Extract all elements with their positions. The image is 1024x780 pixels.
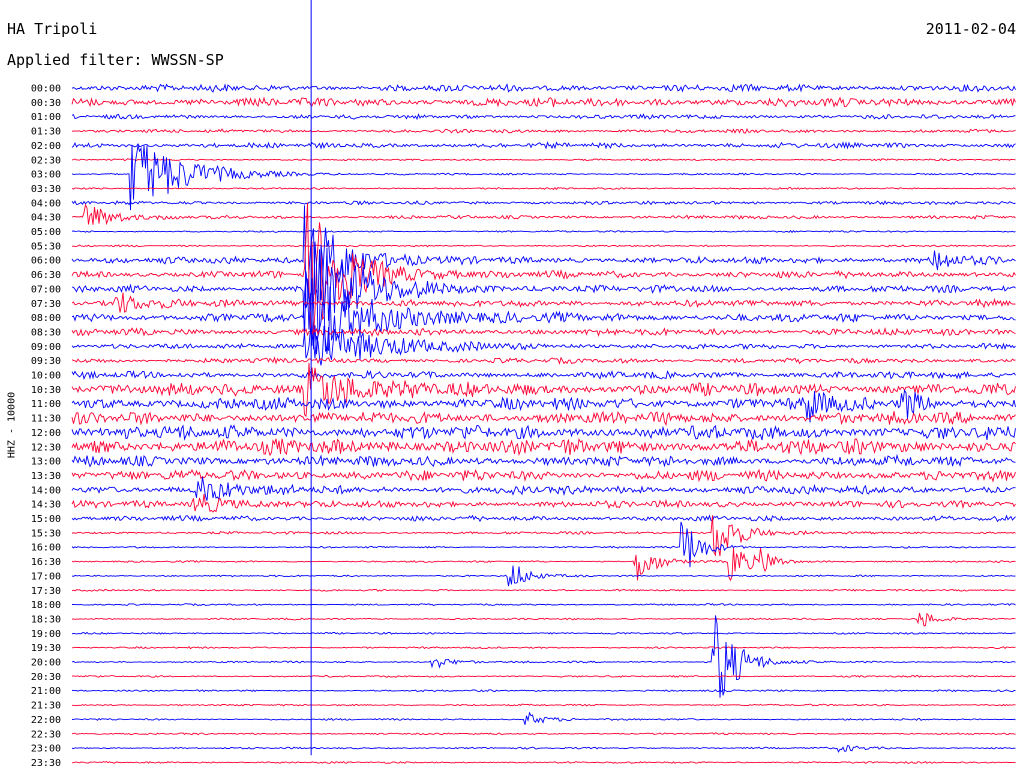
trace-row (71, 186, 1016, 191)
trace-row (71, 453, 1016, 468)
trace-row (71, 732, 1016, 736)
row-time-label: 12:30 (31, 442, 61, 453)
row-time-label: 09:00 (31, 342, 61, 353)
row-time-label: 16:00 (31, 543, 61, 554)
row-time-label: 13:00 (31, 457, 61, 468)
row-time-label: 21:00 (31, 686, 61, 697)
row-time-label: 17:30 (31, 586, 61, 597)
row-time-label: 18:00 (31, 600, 61, 611)
trace-row (71, 128, 1016, 134)
helicorder-plot: 00:00 00:30 01:00 01:30 02:00 02:30 03:00 03:30… (31, 0, 1016, 769)
trace-row (71, 292, 1016, 313)
row-time-label: 01:00 (31, 112, 61, 123)
row-time-label: 02:00 (31, 141, 61, 152)
row-time-label: 10:30 (31, 385, 61, 396)
trace-row (71, 410, 1016, 427)
trace-row (72, 603, 1016, 607)
trace-row (71, 83, 1016, 93)
trace-row (71, 437, 1016, 457)
row-time-label: 05:30 (31, 241, 61, 252)
row-time-label: 06:30 (31, 270, 61, 281)
row-time-label: 00:30 (31, 98, 61, 109)
trace-row (71, 689, 1016, 693)
trace-row (71, 96, 1016, 108)
row-time-label: 02:30 (31, 155, 61, 166)
trace-row (71, 760, 1016, 764)
trace-row (71, 615, 1016, 698)
trace-row (71, 200, 1016, 206)
row-time-label: 09:30 (31, 356, 61, 367)
trace-row (71, 612, 1016, 627)
trace-row (71, 514, 1016, 523)
row-time-label: 15:30 (31, 528, 61, 539)
row-time-label: 04:00 (31, 198, 61, 209)
trace-row (72, 703, 1016, 707)
trace-row (71, 588, 1016, 592)
trace-row (71, 203, 1016, 226)
row-time-label: 05:00 (31, 227, 61, 238)
row-time-label: 07:00 (31, 284, 61, 295)
trace-row (71, 477, 1016, 502)
row-time-label: 14:00 (31, 485, 61, 496)
row-time-label: 12:00 (31, 428, 61, 439)
row-time-label: 08:30 (31, 327, 61, 338)
row-time-label: 20:30 (31, 672, 61, 683)
trace-row (71, 424, 1016, 441)
row-time-label: 13:30 (31, 471, 61, 482)
row-time-label: 22:30 (31, 729, 61, 740)
row-time-label: 19:30 (31, 643, 61, 654)
row-time-label: 18:30 (31, 614, 61, 625)
row-time-label: 23:30 (31, 758, 61, 769)
row-time-label: 06:00 (31, 256, 61, 267)
trace-row (71, 646, 1016, 650)
trace-row (71, 745, 1016, 753)
row-time-label: 00:00 (31, 84, 61, 95)
row-time-label: 11:30 (31, 414, 61, 425)
trace-row (72, 515, 1016, 557)
trace-row (71, 631, 1016, 635)
row-time-label: 04:30 (31, 213, 61, 224)
row-time-label: 17:00 (31, 571, 61, 582)
trace-row (71, 113, 1016, 121)
row-time-label: 16:30 (31, 557, 61, 568)
trace-row (71, 565, 1016, 587)
trace-row (71, 158, 1016, 162)
trace-row (71, 674, 1016, 678)
trace-row (71, 356, 1016, 365)
trace-row (71, 369, 1016, 380)
trace-row (71, 141, 1016, 150)
trace-row (71, 326, 1016, 338)
trace-row (71, 521, 1016, 568)
row-time-label: 21:30 (31, 701, 61, 712)
trace-row (71, 244, 1016, 248)
row-time-label: 03:30 (31, 184, 61, 195)
row-time-label: 22:00 (31, 715, 61, 726)
row-time-label: 20:00 (31, 658, 61, 669)
trace-row (71, 711, 1016, 725)
trace-row (72, 241, 1016, 346)
trace-row (71, 205, 1016, 309)
trace-row (71, 362, 1016, 418)
row-time-label: 03:00 (31, 170, 61, 181)
trace-row (71, 468, 1016, 483)
row-time-label: 14:30 (31, 500, 61, 511)
trace-row (71, 144, 1016, 211)
trace-row (71, 229, 1016, 234)
row-time-label: 19:00 (31, 629, 61, 640)
row-time-label: 08:00 (31, 313, 61, 324)
row-time-label: 11:00 (31, 399, 61, 410)
row-time-label: 10:00 (31, 371, 61, 382)
row-time-label: 23:00 (31, 744, 61, 755)
row-time-label: 01:30 (31, 127, 61, 138)
row-time-label: 15:00 (31, 514, 61, 525)
row-time-label: 07:30 (31, 299, 61, 310)
